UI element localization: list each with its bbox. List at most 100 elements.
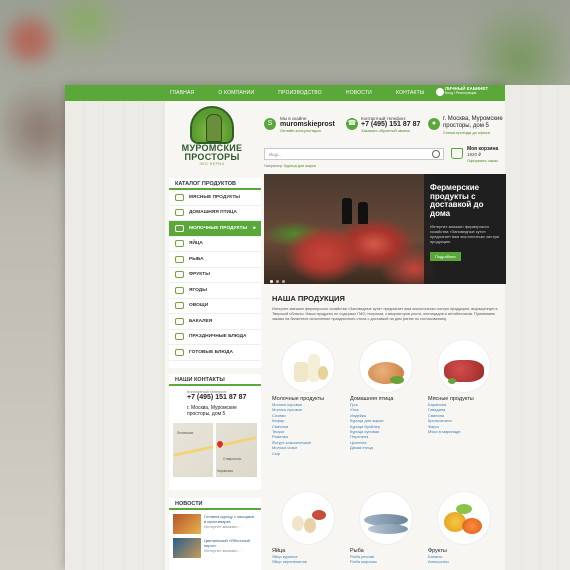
banner-dot[interactable] [270,280,273,283]
nav-item-home[interactable]: Главная [170,90,194,96]
category-subitem[interactable]: Яйцо перепелиное [272,559,348,564]
catalog-item-eggs[interactable]: Яйца [169,237,261,252]
contacts-panel: Наши контакты Контактный телефон: +7 (49… [169,374,261,490]
cabinet-link[interactable]: Личный кабинет Вход / Регистрация [445,86,505,100]
banner-pagination [270,270,288,288]
catalog-item-fish[interactable]: Рыба [169,252,261,268]
search-example-label: Например: [264,164,284,168]
meat-image [438,340,490,392]
fruits-image [438,492,490,544]
product-category-dairy[interactable]: Молочные продукты Молоко коровье Молоко … [272,340,348,456]
phone-value: +7 (495) 151 87 87 [361,121,421,128]
search-input[interactable]: Ищу... [264,148,444,160]
news-item-sub: Интернет-магазин... [204,524,241,529]
catalog-item-label: Бакалея [189,318,213,324]
banner-more-button[interactable]: Подробнее [430,252,461,262]
search-example-link[interactable]: Курица для жарки [284,164,316,168]
chicken-icon [175,209,184,217]
category-subitem[interactable]: Рыба морская [350,559,426,564]
address-value: г. Москва, Муромские просторы, дом 5 [443,116,503,129]
site-logo[interactable]: МУРОМСКИЕ ПРОСТОРЫ ЭКО ФЕРМА [172,106,252,170]
catalog-item-grocery[interactable]: Бакалея [169,314,261,330]
map-label: Ленинская [177,431,194,435]
eggs-image [282,492,334,544]
product-category-eggs[interactable]: Яйца Яйцо куриное Яйцо перепелиное [272,492,348,565]
catalog-item-label: Домашняя птица [189,210,237,216]
user-icon [436,88,444,96]
apple-icon [175,271,184,279]
skype-consult-link[interactable]: Онлайн-консультация [280,128,335,133]
news-text: Готовим курицу с овощами в мультиварке И… [204,514,257,534]
cake-icon [175,333,184,341]
vegetable-icon [175,302,184,310]
news-panel: Новости Готовим курицу с овощами в мульт… [169,498,261,570]
banner-dot[interactable] [282,280,285,283]
nav-item-news[interactable]: Новости [346,90,372,96]
catalog-item-label: Рыба [189,256,204,262]
catalog-item-label: Праздничные блюда [189,334,247,340]
category-subitem[interactable]: Апельсины [428,559,504,564]
cart-icon[interactable] [451,148,463,159]
products-title: Наша продукция [272,294,345,303]
product-category-fruits[interactable]: Фрукты Бананы Апельсины [428,492,504,565]
catalog-item-label: Готовые блюда [189,349,234,355]
fish-icon [175,255,184,263]
map[interactable]: Ставрополь Ленинская Кировская [173,423,257,477]
news-item-title[interactable]: Цветаевский «Яблочный пирог» [204,538,257,548]
banner-caption: Фермерские продукты с доставкой до дома … [424,174,506,284]
callback-link[interactable]: Заказать обратный звонок [361,128,420,133]
catalog-item-holiday[interactable]: Праздничные блюда [169,330,261,345]
catalog-item-vegetables[interactable]: Овощи [169,299,261,314]
catalog-item-ready[interactable]: Готовые блюда [169,345,261,361]
news-item[interactable]: Цветаевский «Яблочный пирог» Интернет-ма… [169,534,261,558]
directions-link[interactable]: Схема проезда до офиса [443,130,505,135]
news-thumbnail [173,514,201,534]
news-item-title[interactable]: Готовим курицу с овощами в мультиварке [204,514,257,524]
search-icon[interactable] [432,150,440,158]
news-thumbnail [173,538,201,558]
catalog-item-poultry[interactable]: Домашняя птица [169,206,261,221]
product-category-fish[interactable]: Рыба Рыба речная Рыба морская [350,492,426,565]
contacts-phone: +7 (495) 151 87 87 [187,394,247,401]
skype-value: muromskieprost [280,121,335,128]
skype-block: Мы в скайпе: muromskieprost Онлайн-консу… [280,116,335,133]
map-pin-icon [215,439,225,449]
cabinet-login-link[interactable]: Вход / Регистрация [445,91,505,95]
skype-icon: S [264,118,276,130]
banner-title: Фермерские продукты с доставкой до дома [430,183,484,218]
wood-background-right [505,85,570,570]
catalog-item-dairy[interactable]: Молочные продукты ▸ [169,221,261,237]
category-subitem[interactable]: Дикая птица [350,445,426,450]
catalog-item-label: Яйца [189,241,203,247]
category-subitem[interactable]: Сыр [272,451,348,456]
egg-icon [175,240,184,248]
meat-icon [175,193,184,201]
category-subitem[interactable]: Мясо в маринаде [428,429,504,434]
product-category-poultry[interactable]: Домашняя птица Гусь Утка Индейка Курица … [350,340,426,451]
nav-item-contacts[interactable]: Контакты [396,90,425,96]
news-item[interactable]: Готовим курицу с овощами в мультиварке И… [169,510,261,534]
catalog-item-meat[interactable]: Мясные продукты [169,190,261,206]
dairy-image [282,340,334,392]
product-category-meat[interactable]: Мясные продукты Баранина Говядина Свинин… [428,340,504,434]
cart-block[interactable]: Моя корзина 1920 ₽ Оформить заказ [467,146,498,163]
banner-dot[interactable] [276,280,279,283]
poultry-image [360,340,412,392]
nav-item-production[interactable]: Производство [278,90,322,96]
catalog-item-label: Молочные продукты [189,225,248,231]
pepper-grinder-icon [342,198,352,224]
location-pin-icon: ● [428,118,440,130]
checkout-link[interactable]: Оформить заказ [467,158,498,163]
hero-banner: Фермерские продукты с доставкой до дома … [264,174,506,284]
dish-icon [175,348,184,356]
jar-icon [175,317,184,325]
catalog-item-fruits[interactable]: Фрукты [169,268,261,283]
contacts-phone-label: Контактный телефон: [187,389,228,394]
catalog-item-label: Мясные продукты [189,194,240,200]
contacts-title: Наши контакты [169,374,261,386]
catalog-item-berries[interactable]: Ягоды [169,283,261,299]
phone-block: Контактный телефон: +7 (495) 151 87 87 З… [361,116,420,133]
nav-item-about[interactable]: О компании [218,90,254,96]
catalog-item-label: Ягоды [189,287,207,293]
search-example: Например: Курица для жарки [264,164,316,168]
